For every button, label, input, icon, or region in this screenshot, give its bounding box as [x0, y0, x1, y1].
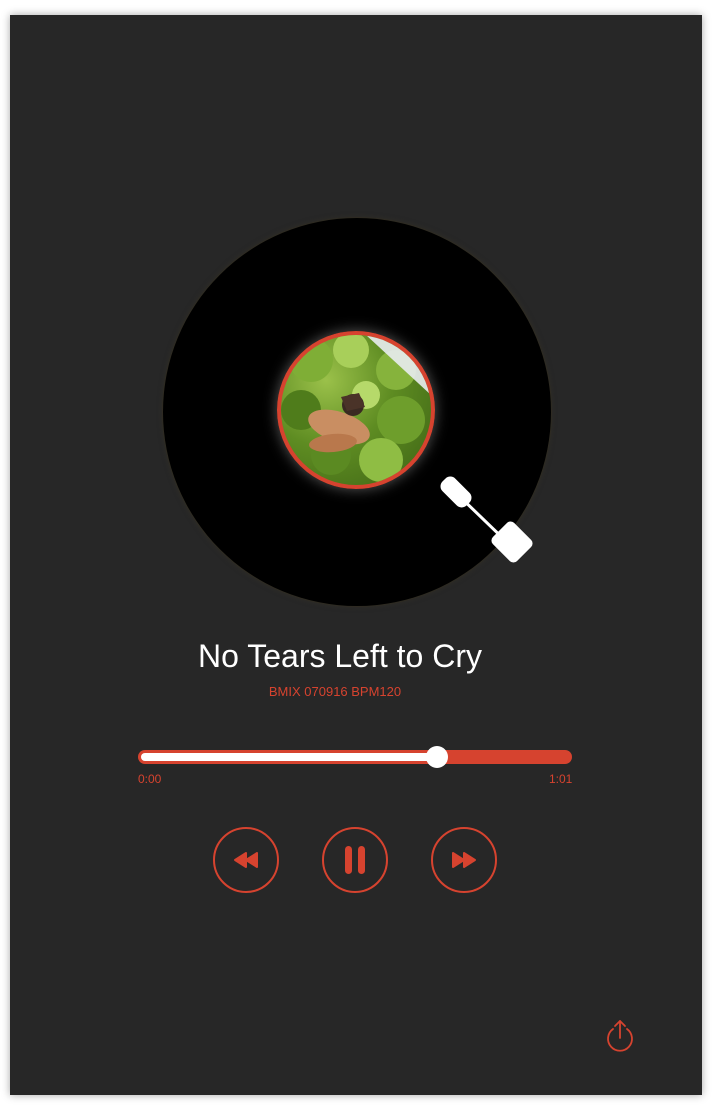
- track-subtitle: BMIX 070916 BPM120: [268, 684, 402, 699]
- pause-icon: [345, 846, 365, 874]
- total-time: 1:01: [549, 772, 573, 786]
- progress-fill: [141, 753, 438, 761]
- progress-bar[interactable]: [138, 746, 572, 768]
- current-time: 0:00: [138, 772, 162, 786]
- fast-forward-icon: [452, 852, 476, 868]
- tonearm[interactable]: [10, 15, 702, 1095]
- rewind-icon: [234, 852, 258, 868]
- track-title: No Tears Left to Cry: [198, 638, 482, 674]
- tonearm-head: [491, 521, 533, 563]
- fast-forward-button[interactable]: [431, 827, 497, 893]
- pause-button[interactable]: [322, 827, 388, 893]
- player-screen: No Tears Left to Cry BMIX 070916 BPM120 …: [10, 15, 702, 1095]
- rewind-button[interactable]: [213, 827, 279, 893]
- share-button[interactable]: [603, 1018, 637, 1054]
- share-icon: [607, 1020, 633, 1052]
